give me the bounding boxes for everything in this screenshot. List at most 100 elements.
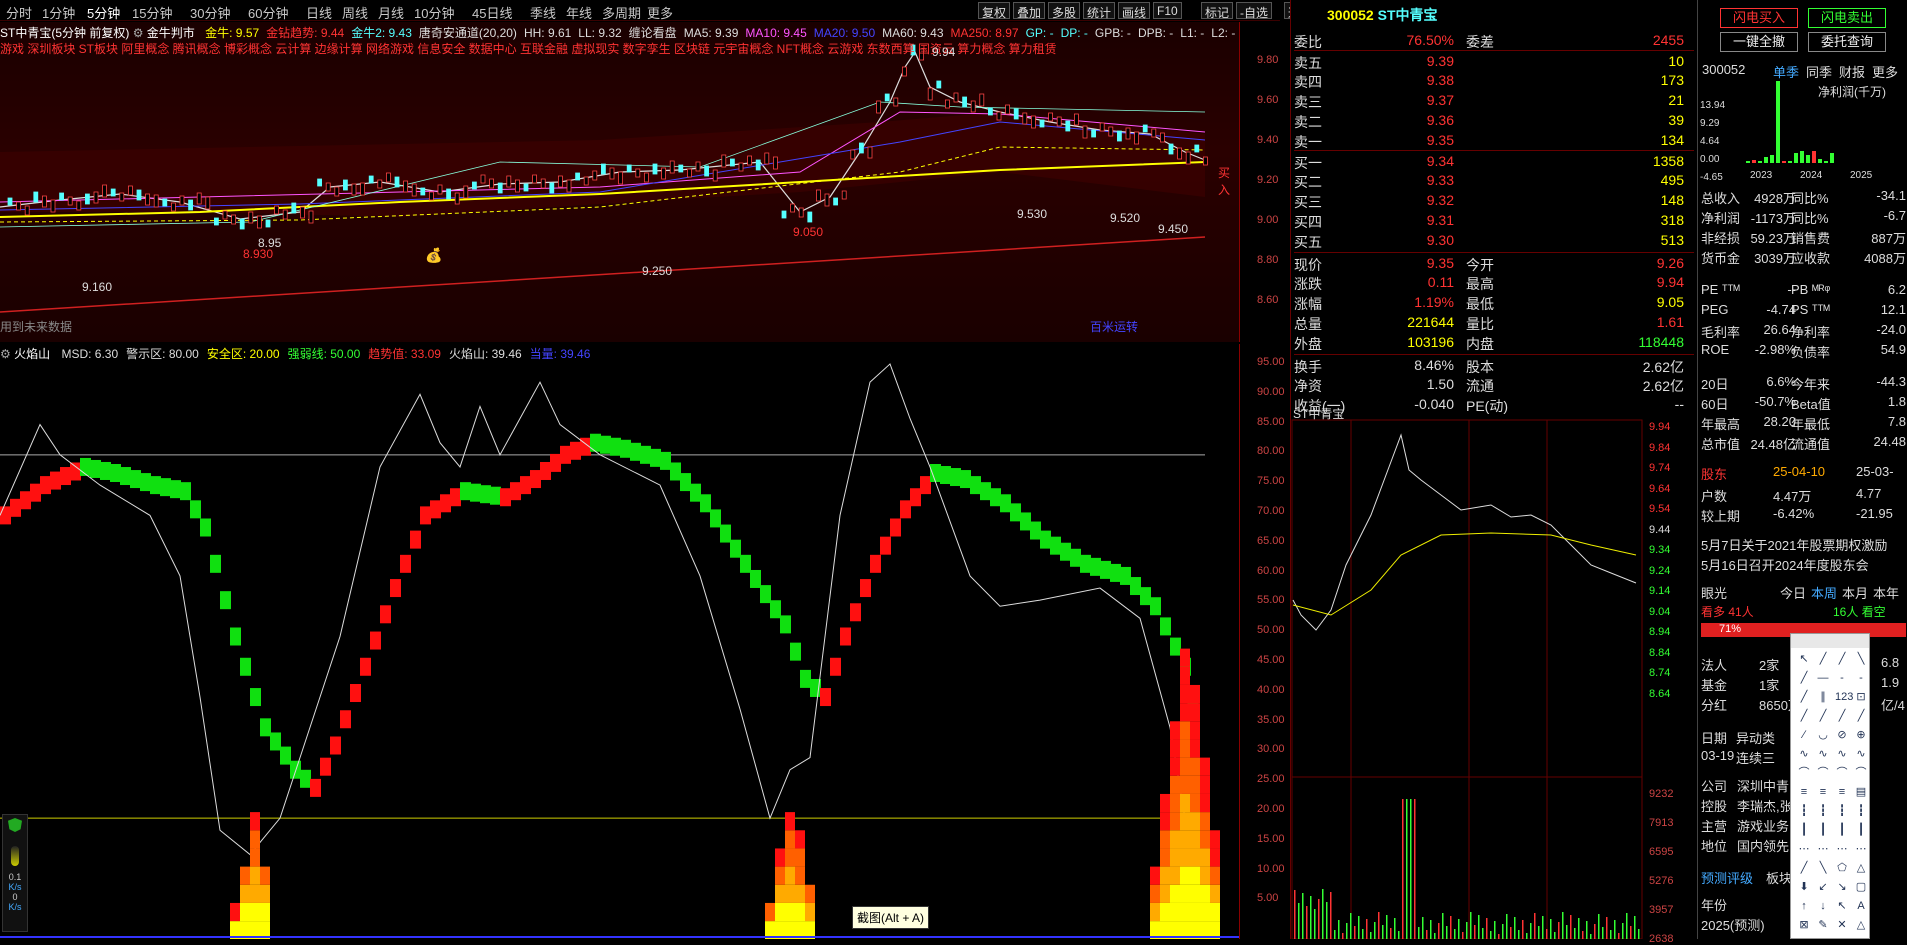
indicator-canvas[interactable]	[0, 344, 1239, 940]
draw-tool-icon[interactable]: ⌒	[1797, 766, 1811, 780]
draw-tool-icon[interactable]: ⋯	[1854, 842, 1868, 856]
draw-tool-icon[interactable]: ⌒	[1835, 766, 1849, 780]
kline-canvas[interactable]	[0, 22, 1239, 342]
draw-tool-icon[interactable]: ┃	[1816, 823, 1830, 837]
tab-12[interactable]: 年线	[566, 3, 592, 22]
tab-13[interactable]: 多周期	[602, 3, 641, 22]
eye-tab-2[interactable]: 本月	[1842, 583, 1868, 602]
toolbar-button-0[interactable]: 复权	[978, 2, 1011, 20]
draw-tool-icon[interactable]: -	[1854, 671, 1868, 685]
tab-2[interactable]: 5分钟	[87, 3, 120, 22]
tab-5[interactable]: 60分钟	[248, 3, 288, 22]
draw-tool-icon[interactable]: ↖	[1835, 899, 1849, 913]
draw-tool-icon[interactable]: ⋯	[1835, 842, 1849, 856]
draw-tool-icon[interactable]: ↘	[1835, 880, 1849, 894]
draw-tool-icon[interactable]: ∕	[1797, 728, 1811, 742]
intraday-canvas[interactable]	[1291, 405, 1698, 940]
rp-tab-2[interactable]: 财报	[1839, 62, 1865, 81]
tab-8[interactable]: 月线	[378, 3, 404, 22]
eye-tab-1[interactable]: 本周	[1811, 583, 1837, 602]
draw-tool-icon[interactable]: -	[1835, 671, 1849, 685]
draw-tool-icon[interactable]: ╱	[1854, 709, 1868, 723]
draw-tool-icon[interactable]: ∿	[1854, 747, 1868, 761]
draw-tool-icon[interactable]: ╱	[1797, 861, 1811, 875]
toolbar-button-6[interactable]: 标记	[1201, 2, 1234, 20]
draw-tool-icon[interactable]: ≡	[1816, 785, 1830, 799]
tab-1[interactable]: 1分钟	[42, 3, 75, 22]
draw-tool-icon[interactable]: ∿	[1797, 747, 1811, 761]
draw-tool-icon[interactable]: ∿	[1816, 747, 1830, 761]
draw-tool-icon[interactable]: △	[1854, 861, 1868, 875]
draw-tool-icon[interactable]: ╱	[1797, 671, 1811, 685]
draw-tool-icon[interactable]: ⊘	[1835, 728, 1849, 742]
draw-tool-icon[interactable]: ↑	[1797, 899, 1811, 913]
tab-0[interactable]: 分时	[6, 3, 32, 22]
draw-tool-icon[interactable]: ≡	[1835, 785, 1849, 799]
rp-tab-1[interactable]: 同季	[1806, 62, 1832, 81]
indicator-name[interactable]: 金牛判市	[147, 26, 195, 40]
draw-tool-icon[interactable]: ╲	[1854, 652, 1868, 666]
toolbar-button-4[interactable]: 画线	[1118, 2, 1151, 20]
forecast-tab[interactable]: 预测评级	[1701, 868, 1753, 887]
flash-sell-button[interactable]: 闪电卖出	[1808, 8, 1886, 28]
toolbox-header[interactable]	[1791, 634, 1869, 648]
draw-tool-icon[interactable]: ⊠	[1797, 918, 1811, 932]
tab-11[interactable]: 季线	[530, 3, 556, 22]
draw-tool-icon[interactable]: ⌒	[1854, 766, 1868, 780]
draw-tool-icon[interactable]: A	[1854, 899, 1868, 913]
draw-tool-icon[interactable]: ╱	[1816, 709, 1830, 723]
tab-4[interactable]: 30分钟	[190, 3, 230, 22]
tab-6[interactable]: 日线	[306, 3, 332, 22]
kline-chart[interactable]: ST中青宝(5分钟 前复权) ⚙ 金牛判市 金牛: 9.57 金钻趋势: 9.44…	[0, 22, 1250, 342]
draw-tool-icon[interactable]: ╱	[1797, 690, 1811, 704]
toolbar-button-5[interactable]: F10	[1153, 2, 1182, 19]
tab-9[interactable]: 10分钟	[414, 3, 454, 22]
draw-tool-icon[interactable]: ⊡	[1854, 690, 1868, 704]
draw-tool-icon[interactable]: ⬠	[1835, 861, 1849, 875]
sector-tab[interactable]: 板块	[1766, 868, 1792, 887]
draw-tool-icon[interactable]: ↙	[1816, 880, 1830, 894]
draw-tool-icon[interactable]: ┃	[1797, 823, 1811, 837]
toolbar-button-1[interactable]: 叠加	[1013, 2, 1046, 20]
toolbar-button-7[interactable]: -自选	[1236, 2, 1272, 20]
draw-tool-icon[interactable]: ╱	[1835, 652, 1849, 666]
rp-tab-3[interactable]: 更多	[1872, 62, 1898, 81]
draw-tool-icon[interactable]: ≡	[1797, 785, 1811, 799]
gear-icon[interactable]: ⚙	[133, 26, 147, 40]
tab-14[interactable]: 更多	[647, 3, 673, 22]
toolbar-button-3[interactable]: 统计	[1083, 2, 1116, 20]
toolbar-button-2[interactable]: 多股	[1048, 2, 1081, 20]
draw-tool-icon[interactable]: ⊕	[1854, 728, 1868, 742]
draw-tool-icon[interactable]: 123	[1835, 690, 1853, 704]
indicator-title[interactable]: 火焰山	[14, 347, 50, 361]
tab-7[interactable]: 周线	[342, 3, 368, 22]
draw-tool-icon[interactable]: ┇	[1854, 804, 1868, 818]
drawing-toolbox[interactable]: ↖ ╱ ╱ ╲ ╱ — - - ╱ ∥ 123 ⊡ ╱ ╱ ╱ ╱ ∕ ◡ ⊘ ⊕ ∿ ∿ ∿ ∿ ⌒ ⌒ ⌒ ⌒ ≡ ≡ ≡ ▤ ┇ ┇ ┇ ┇ ┃ ┃…	[1790, 633, 1870, 939]
eye-tab-3[interactable]: 本年	[1873, 583, 1899, 602]
cancel-all-button[interactable]: 一键全撤	[1720, 32, 1798, 52]
draw-tool-icon[interactable]: ╲	[1816, 861, 1830, 875]
draw-tool-icon[interactable]: ∿	[1835, 747, 1849, 761]
gear-icon[interactable]: ⚙	[0, 347, 14, 361]
draw-tool-icon[interactable]: ⬇	[1797, 880, 1811, 894]
draw-tool-icon[interactable]: —	[1816, 671, 1830, 685]
draw-tool-icon[interactable]: ╱	[1835, 709, 1849, 723]
intraday-mini-chart[interactable]: ST中青宝 9.94 9.84 9.74 9.64 9.54 9.44 9.34 9.24 9.…	[1290, 405, 1698, 945]
rp-tab-0[interactable]: 单季	[1773, 62, 1799, 81]
draw-tool-icon[interactable]: ⋯	[1816, 842, 1830, 856]
flash-buy-button[interactable]: 闪电买入	[1720, 8, 1798, 28]
draw-tool-icon[interactable]: ┇	[1816, 804, 1830, 818]
draw-tool-icon[interactable]: ▤	[1854, 785, 1868, 799]
tab-3[interactable]: 15分钟	[132, 3, 172, 22]
draw-tool-icon[interactable]: ⋯	[1797, 842, 1811, 856]
draw-tool-icon[interactable]: ▢	[1854, 880, 1868, 894]
flame-indicator-chart[interactable]: ⚙ 火焰山 MSD: 6.30 警示区: 80.00 安全区: 20.00 强弱线: …	[0, 344, 1239, 940]
tab-10[interactable]: 45日线	[472, 3, 512, 22]
draw-tool-icon[interactable]: ◡	[1816, 728, 1830, 742]
draw-tool-icon[interactable]: ┇	[1835, 804, 1849, 818]
order-query-button[interactable]: 委托查询	[1808, 32, 1886, 52]
draw-tool-icon[interactable]: ✎	[1816, 918, 1830, 932]
news-item[interactable]: 5月7日关于2021年股票期权激励	[1701, 535, 1887, 554]
draw-tool-icon[interactable]: ↓	[1816, 899, 1830, 913]
draw-tool-icon[interactable]: ⌒	[1816, 766, 1830, 780]
